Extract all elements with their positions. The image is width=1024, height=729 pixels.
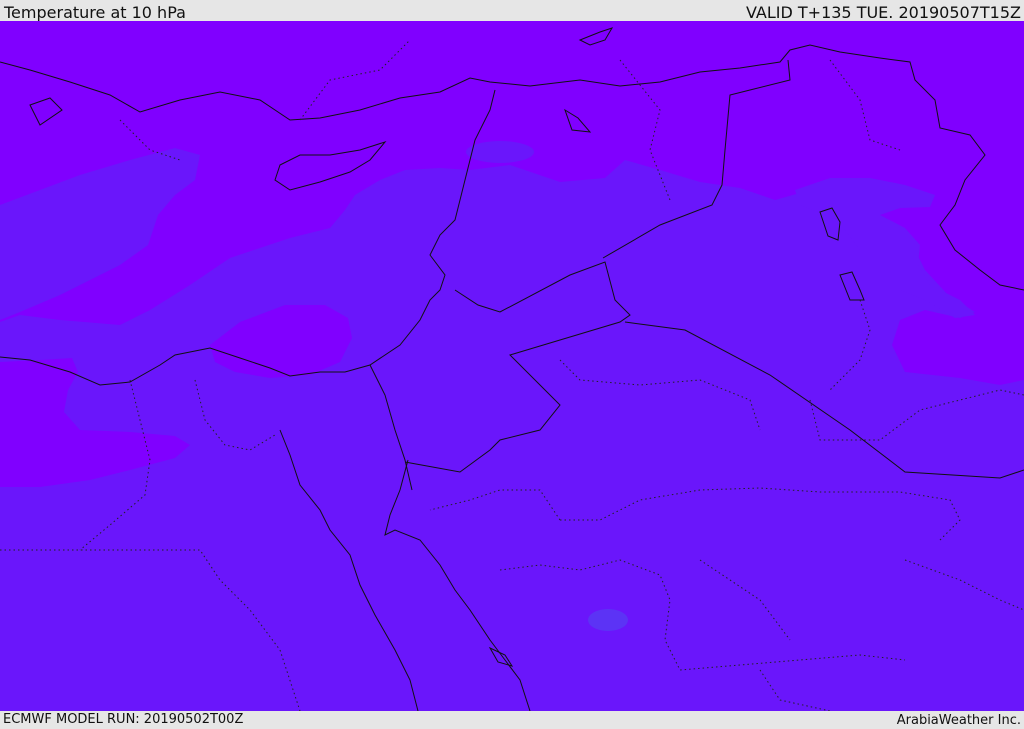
map-title: Temperature at 10 hPa <box>4 3 186 22</box>
map-canvas <box>0 21 1024 711</box>
credit-label: ArabiaWeather Inc. <box>896 713 1021 728</box>
model-run-label: ECMWF MODEL RUN: 20190502T00Z <box>3 712 244 727</box>
cool-spot-north <box>466 141 534 163</box>
map-footer: ECMWF MODEL RUN: 20190502T00Z ArabiaWeat… <box>0 711 1024 729</box>
temperature-map[interactable] <box>0 21 1024 711</box>
valid-time-label: VALID T+135 TUE. 20190507T15Z <box>745 3 1021 22</box>
map-header: Temperature at 10 hPa VALID T+135 TUE. 2… <box>0 0 1024 22</box>
cool-spot-arabia <box>588 609 628 631</box>
